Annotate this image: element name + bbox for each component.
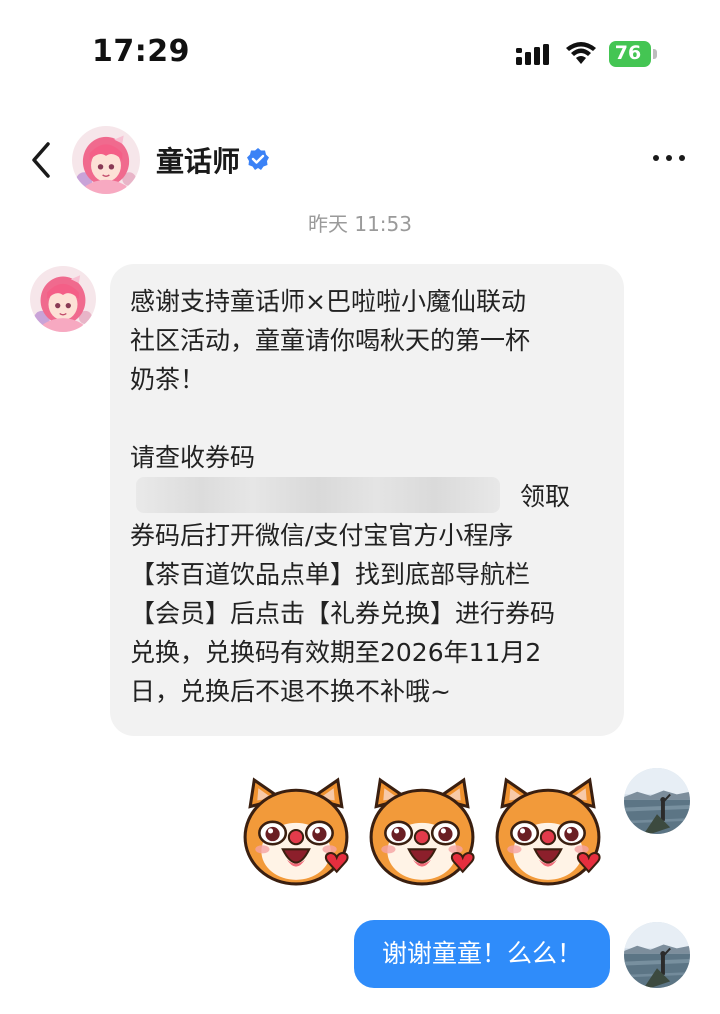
message-line: 领取 [520, 482, 571, 511]
message-line: 请查收券码 [130, 443, 256, 472]
cat-sticker[interactable] [366, 776, 478, 888]
back-arrow-icon[interactable] [28, 140, 54, 180]
contact-avatar[interactable] [72, 126, 140, 194]
my-avatar[interactable] [624, 768, 690, 834]
sender-avatar[interactable] [30, 266, 96, 332]
chat-header: 童话师 [0, 110, 720, 210]
message-line: 社区活动，童童请你喝秋天的第一杯 [130, 326, 531, 355]
status-time: 17:29 [92, 34, 190, 69]
message-line: 兑换，兑换码有效期至2026年11月2 [130, 638, 542, 667]
wifi-icon [566, 42, 596, 64]
redacted-coupon-row: 领取 [130, 477, 604, 516]
message-timestamp: 昨天 11:53 [308, 212, 412, 236]
incoming-message-bubble[interactable]: 感谢支持童话师×巴啦啦小魔仙联动 社区活动，童童请你喝秋天的第一杯 奶茶！ 请查… [110, 264, 624, 736]
outgoing-sticker-message[interactable] [240, 776, 610, 892]
verified-badge-icon [247, 148, 269, 170]
my-avatar[interactable] [624, 922, 690, 988]
battery-level: 76 [614, 42, 642, 64]
redacted-coupon-code [136, 477, 500, 513]
message-line-blank [130, 399, 604, 438]
message-line: 奶茶！ [130, 365, 206, 394]
message-line: 【会员】后点击【礼券兑换】进行券码 [130, 599, 556, 628]
contact-name: 童话师 [156, 145, 241, 178]
message-line: 券码后打开微信/支付宝官方小程序 [130, 521, 514, 550]
more-options-icon[interactable] [650, 148, 690, 168]
battery-icon: 76 [609, 41, 661, 67]
message-line: 日，兑换后不退不换不补哦~ [130, 677, 451, 706]
cat-sticker[interactable] [240, 776, 352, 888]
cat-sticker[interactable] [492, 776, 604, 888]
message-line: 【茶百道饮品点单】找到底部导航栏 [130, 560, 531, 589]
message-line: 感谢支持童话师×巴啦啦小魔仙联动 [130, 287, 526, 316]
status-bar: 17:29 76 [0, 0, 720, 100]
outgoing-message-bubble[interactable]: 谢谢童童！么么！ [354, 920, 610, 988]
signal-icon [516, 44, 549, 65]
